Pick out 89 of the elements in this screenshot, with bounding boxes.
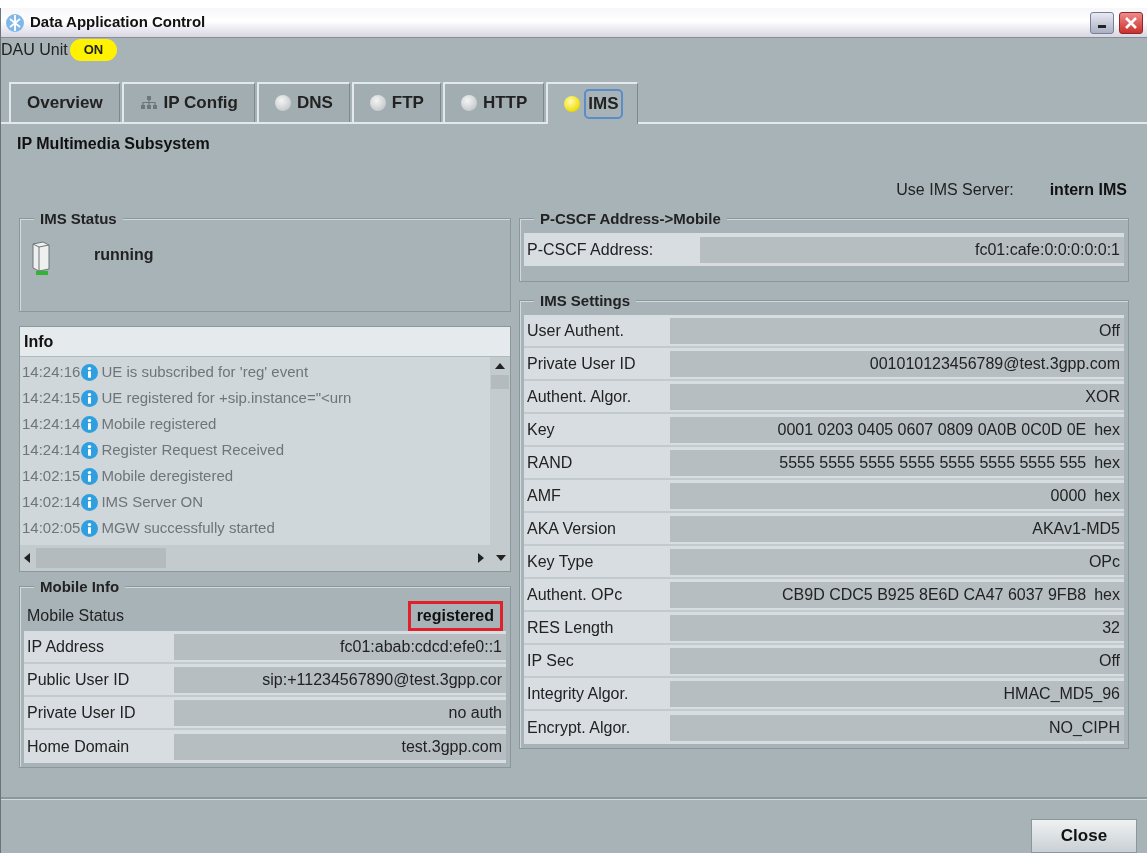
field-value: test.3gpp.com	[401, 736, 502, 757]
field-label: IP Sec	[526, 650, 575, 671]
field-label: Public User ID	[26, 669, 131, 690]
field-value: 001010123456789@test.3gpp.com	[869, 353, 1120, 374]
field-value: 5555 5555 5555 5555 5555 5555 5555 555	[779, 452, 1087, 473]
log-time: 14:24:14	[21, 439, 81, 460]
info-icon	[81, 467, 99, 485]
field-label: Mobile Status	[27, 606, 124, 626]
close-icon[interactable]	[1119, 11, 1143, 34]
tab[interactable]: DNS	[256, 82, 350, 122]
field-label: Authent. OPc	[526, 584, 624, 605]
close-button[interactable]: Close	[1031, 819, 1137, 853]
vertical-scrollbar[interactable]	[490, 357, 510, 545]
field-label: RAND	[526, 452, 574, 473]
field-label: User Authent.	[526, 320, 625, 341]
scroll-right-icon[interactable]	[478, 553, 484, 563]
field-label: RES Length	[526, 617, 615, 638]
field-value: NO_CIPH	[1048, 717, 1120, 738]
field-label: Private User ID	[526, 353, 637, 374]
scroll-up-icon[interactable]	[495, 363, 505, 369]
unit-label: hex	[1094, 452, 1120, 473]
scroll-down-icon[interactable]	[496, 555, 506, 561]
field-label: Key	[526, 419, 556, 440]
page-title: IP Multimedia Subsystem	[17, 134, 211, 154]
log-time: 14:24:15	[21, 387, 81, 408]
field-label: Private User ID	[26, 702, 137, 723]
field-label: IP Address	[26, 636, 106, 657]
mobile-status-value: registered	[407, 601, 503, 631]
info-icon	[81, 519, 99, 537]
log-message: UE registered for +sip.instance="<urn	[100, 387, 352, 408]
field-label: Encrypt. Algor.	[526, 717, 632, 738]
unit-label: hex	[1094, 485, 1120, 506]
dau-status-badge: ON	[69, 39, 118, 61]
field-value: CB9D CDC5 B925 8E6D CA47 6037 9FB8	[782, 584, 1087, 605]
log-time: 14:02:05	[21, 517, 81, 538]
unit-label: hex	[1094, 584, 1120, 605]
field-value: OPc	[1088, 551, 1120, 572]
field-label: Authent. Algor.	[526, 386, 633, 407]
field-label: Key Type	[526, 551, 595, 572]
field-label: AKA Version	[526, 518, 617, 539]
field-value: fc01:abab:cdcd:efe0::1	[340, 636, 502, 657]
info-icon	[81, 363, 99, 381]
log-time: 14:24:14	[21, 413, 81, 434]
scroll-left-icon[interactable]	[24, 553, 30, 563]
log-message: Register Request Received	[100, 439, 284, 460]
field-value: Off	[1098, 650, 1120, 671]
log-message: Mobile deregistered	[100, 465, 234, 486]
app-logo-icon	[5, 12, 25, 33]
field-value: 0000	[1050, 485, 1087, 506]
window-title: Data Application Control	[30, 12, 207, 33]
tab[interactable]: FTP	[351, 82, 441, 122]
info-icon	[81, 441, 99, 459]
field-label: AMF	[526, 485, 562, 506]
field-value: 0001 0203 0405 0607 0809 0A0B 0C0D 0E	[777, 419, 1087, 440]
info-header: Info	[20, 327, 510, 357]
info-icon	[81, 389, 99, 407]
log-time: 14:02:14	[21, 491, 81, 512]
tab[interactable]: IMS	[546, 82, 638, 124]
horizontal-scrollbar[interactable]	[20, 545, 510, 571]
field-value: AKAv1-MD5	[1032, 518, 1120, 539]
field-value: Off	[1098, 320, 1120, 341]
log-time: 14:24:16	[21, 361, 81, 382]
field-value: no auth	[448, 702, 502, 723]
unit-label: hex	[1094, 419, 1120, 440]
field-label: Integrity Algor.	[526, 683, 630, 704]
dau-unit-label: DAU Unit	[1, 40, 68, 60]
field-label: P-CSCF Address:	[526, 239, 655, 260]
minimize-button[interactable]	[1090, 11, 1114, 34]
field-value: fc01:cafe:0:0:0:0:0:1	[975, 239, 1120, 260]
log-time: 14:02:15	[21, 465, 81, 486]
info-icon	[81, 415, 99, 433]
ims-status-text: running	[94, 245, 154, 265]
field-value: 32	[1102, 617, 1120, 638]
field-value: XOR	[1085, 386, 1120, 407]
log-message: Mobile registered	[100, 413, 217, 434]
log-message: MGW successfully started	[100, 517, 275, 538]
info-icon	[81, 493, 99, 511]
ims-server-label: Use IMS Server:	[896, 180, 1014, 200]
field-label: Home Domain	[26, 736, 131, 757]
tab[interactable]: HTTP	[442, 82, 545, 122]
ims-server-value: intern IMS	[1049, 180, 1127, 200]
network-icon	[139, 95, 158, 111]
field-value: HMAC_MD5_96	[1003, 683, 1120, 704]
log-message: IMS Server ON	[100, 491, 204, 512]
scroll-thumb[interactable]	[491, 375, 509, 389]
tab[interactable]: Overview	[9, 82, 120, 122]
tab[interactable]: IP Config	[121, 82, 255, 122]
field-value: sip:+11234567890@test.3gpp.cor	[262, 669, 502, 690]
log-message: UE is subscribed for 'reg' event	[100, 361, 309, 382]
